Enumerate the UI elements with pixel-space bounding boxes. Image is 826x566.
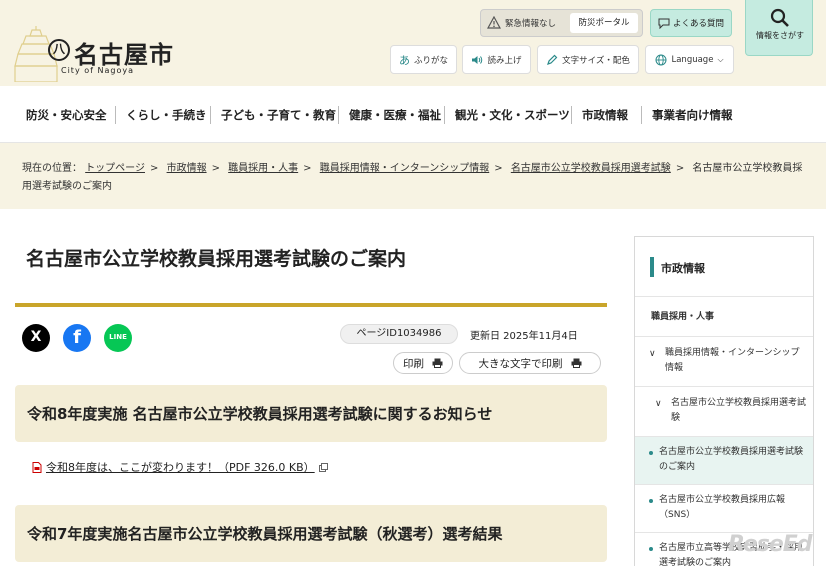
page-id-badge: ページID1034986 — [340, 324, 458, 344]
print-large-button[interactable]: 大きな文字で印刷 — [459, 352, 601, 374]
x-icon: X — [30, 329, 42, 345]
speaker-icon — [472, 55, 483, 64]
nav-divider — [571, 106, 572, 124]
sidebar-item-label: 職員採用・人事 — [651, 312, 715, 322]
chevron-down-icon: ∨ — [649, 349, 656, 359]
sidebar-item-recruitment[interactable]: 職員採用・人事 — [635, 297, 813, 337]
logo-subtitle: City of Nagoya — [61, 66, 134, 75]
nav-divider — [641, 106, 642, 124]
disaster-portal-button[interactable]: 防災ポータル — [570, 13, 638, 33]
pdf-link[interactable]: 令和8年度は、ここが変わります！（PDF 326.0 KB） — [32, 459, 328, 475]
section-title: 令和8年度実施 名古屋市公立学校教員採用選考試験に関するお知らせ — [27, 405, 493, 423]
breadcrumb-label: 現在の位置： — [22, 163, 82, 174]
sidebar-item-internship[interactable]: ∨ 職員採用情報・インターンシップ情報 — [635, 337, 813, 387]
share-facebook-button[interactable]: f — [63, 324, 91, 352]
language-button[interactable]: Language ⌵ — [645, 45, 734, 74]
facebook-icon: f — [73, 327, 81, 348]
faq-label: よくある質問 — [672, 19, 724, 29]
nav-item-business[interactable]: 事業者向け情報 — [652, 107, 733, 123]
share-line-button[interactable]: LINE — [104, 324, 132, 352]
nav-item-children[interactable]: 子ども・子育て・教育 — [221, 107, 336, 123]
print-button[interactable]: 印刷 — [393, 352, 453, 374]
nav-item-health[interactable]: 健康・医療・福祉 — [349, 107, 441, 123]
site-logo[interactable]: 八 名古屋市 City of Nagoya — [14, 26, 174, 84]
sidebar: 市政情報 職員採用・人事 ∨ 職員採用情報・インターンシップ情報 ∨ 名古屋市公… — [634, 236, 814, 566]
updated-date: 更新日 2025年11月4日 — [470, 331, 578, 342]
sidebar-item-current[interactable]: 名古屋市公立学校教員採用選考試験のご案内 — [635, 437, 813, 485]
breadcrumb-separator: > — [675, 163, 685, 174]
furigana-label: ふりがな — [413, 55, 448, 66]
logo-title: 名古屋市 — [74, 41, 174, 69]
sidebar-title: 市政情報 — [661, 262, 705, 275]
print-label: 印刷 — [403, 357, 424, 370]
pdf-link-text: 令和8年度は、ここが変わります！（PDF 326.0 KB） — [46, 461, 315, 474]
sidebar-item-label: 名古屋市公立学校教員採用選考試験のご案内 — [659, 447, 804, 472]
breadcrumb-separator: > — [150, 163, 159, 174]
sidebar-accent-bar — [650, 257, 654, 277]
chat-bubble-icon — [658, 18, 670, 29]
print-large-label: 大きな文字で印刷 — [478, 357, 563, 370]
chevron-down-icon: ⌵ — [717, 54, 724, 64]
global-nav: 防災・安心安全 くらし・手続き 子ども・子育て・教育 健康・医療・福祉 観光・文… — [0, 86, 826, 143]
text-size-color-button[interactable]: 文字サイズ・配色 — [537, 45, 639, 74]
furigana-button[interactable]: あ ふりがな — [390, 45, 457, 74]
breadcrumb-link-internship[interactable]: 職員採用情報・インターンシップ情報 — [320, 163, 490, 174]
chevron-down-icon: ∨ — [655, 399, 662, 409]
nav-item-living[interactable]: くらし・手続き — [126, 107, 207, 123]
breadcrumb: 現在の位置： トップページ > 市政情報 > 職員採用・人事 > 職員採用情報・インタ… — [22, 160, 812, 196]
title-underline — [15, 303, 607, 307]
sidebar-item-teacher-exam[interactable]: ∨ 名古屋市公立学校教員採用選考試験 — [635, 387, 813, 437]
nav-item-disaster[interactable]: 防災・安心安全 — [26, 107, 107, 123]
read-aloud-label: 読み上げ — [487, 55, 522, 66]
sidebar-item-label: 職員採用情報・インターンシップ情報 — [665, 348, 800, 373]
nav-divider — [338, 106, 339, 124]
line-icon: LINE — [109, 333, 127, 341]
section-title: 令和7年度実施名古屋市公立学校教員採用選考試験（秋選考）選考結果 — [27, 525, 503, 543]
search-icon — [770, 8, 789, 27]
sidebar-item-sns[interactable]: 名古屋市公立学校教員採用広報（SNS） — [635, 485, 813, 533]
breadcrumb-separator: > — [494, 163, 503, 174]
nav-divider — [444, 106, 445, 124]
info-search-button[interactable]: 情報をさがす — [745, 0, 813, 56]
printer-icon — [432, 358, 443, 368]
nav-item-city-info[interactable]: 市政情報 — [582, 107, 628, 123]
sidebar-item-label: 名古屋市公立学校教員採用選考試験 — [671, 398, 807, 423]
emergency-info-box: 緊急情報なし 防災ポータル — [480, 9, 643, 37]
warning-icon — [487, 16, 501, 29]
city-emblem-icon: 八 — [48, 39, 70, 61]
nav-divider — [115, 106, 116, 124]
breadcrumb-link-city-info[interactable]: 市政情報 — [167, 163, 207, 174]
hiragana-icon: あ — [398, 53, 410, 67]
page-title: 名古屋市公立学校教員採用選考試験のご案内 — [26, 248, 407, 270]
sidebar-header: 市政情報 — [635, 237, 813, 297]
pencil-icon — [547, 54, 558, 65]
emergency-status: 緊急情報なし — [505, 19, 557, 29]
section-heading: 令和7年度実施名古屋市公立学校教員採用選考試験（秋選考）選考結果 — [15, 505, 607, 562]
breadcrumb-separator: > — [303, 163, 312, 174]
breadcrumb-area: 現在の位置： トップページ > 市政情報 > 職員採用・人事 > 職員採用情報・インタ… — [0, 143, 826, 209]
new-window-icon — [318, 462, 328, 472]
bullet-icon — [649, 547, 653, 551]
site-header: 八 名古屋市 City of Nagoya 緊急情報なし 防災ポータル よくある… — [0, 0, 826, 86]
printer-icon — [571, 358, 581, 368]
breadcrumb-separator: > — [211, 163, 220, 174]
globe-icon — [655, 54, 667, 65]
section-heading: 令和8年度実施 名古屋市公立学校教員採用選考試験に関するお知らせ — [15, 385, 607, 442]
language-label: Language — [671, 54, 714, 65]
sidebar-item-label: 名古屋市公立学校教員採用広報（SNS） — [659, 495, 786, 520]
text-size-label: 文字サイズ・配色 — [562, 55, 630, 66]
breadcrumb-link-teacher-exam[interactable]: 名古屋市公立学校教員採用選考試験 — [511, 163, 671, 174]
bullet-icon — [649, 451, 653, 455]
watermark-logo: ReseEd — [728, 532, 813, 557]
bullet-icon — [649, 499, 653, 503]
nav-item-tourism[interactable]: 観光・文化・スポーツ — [455, 107, 570, 123]
read-aloud-button[interactable]: 読み上げ — [462, 45, 531, 74]
faq-button[interactable]: よくある質問 — [650, 9, 732, 37]
breadcrumb-link-recruitment[interactable]: 職員採用・人事 — [228, 163, 298, 174]
search-label: 情報をさがす — [756, 31, 804, 40]
breadcrumb-link-top[interactable]: トップページ — [85, 163, 145, 174]
pdf-icon — [32, 461, 42, 473]
nav-divider — [210, 106, 211, 124]
share-x-button[interactable]: X — [22, 324, 50, 352]
